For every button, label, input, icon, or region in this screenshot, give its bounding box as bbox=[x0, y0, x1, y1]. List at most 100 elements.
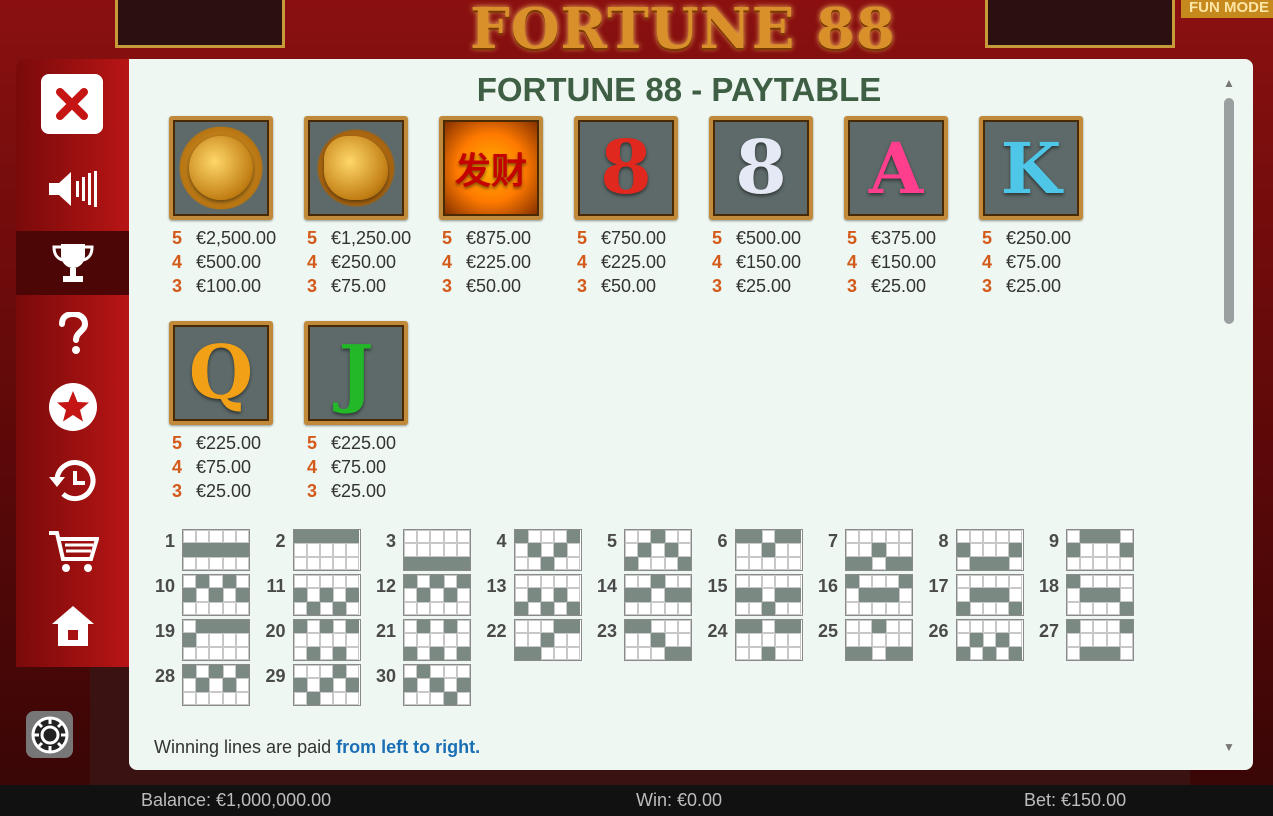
payline-cell bbox=[209, 556, 223, 570]
payline-cell bbox=[183, 678, 197, 692]
payline-cell bbox=[956, 646, 970, 660]
fun-mode-badge: FUN MODE bbox=[1181, 0, 1273, 18]
payline-cell bbox=[651, 646, 665, 660]
symbol-red-8-icon: 8 bbox=[574, 116, 678, 220]
symbol-dragon-icon bbox=[304, 116, 408, 220]
sound-button[interactable] bbox=[16, 157, 129, 221]
payline-number: 18 bbox=[1038, 576, 1059, 596]
payline-grid bbox=[624, 574, 692, 616]
payline-cell bbox=[209, 575, 223, 589]
help-button[interactable] bbox=[16, 302, 129, 366]
payline-cell bbox=[554, 588, 568, 602]
payline-cell bbox=[567, 620, 581, 634]
scroll-up-arrow[interactable]: ▲ bbox=[1222, 77, 1236, 89]
payline-cell bbox=[885, 588, 899, 602]
pay-multiplier: 5 bbox=[982, 228, 993, 248]
payline-cell bbox=[540, 556, 555, 570]
settings-chip-button[interactable] bbox=[26, 711, 73, 758]
payline-cell bbox=[417, 556, 431, 570]
payline-cell bbox=[1119, 575, 1133, 589]
payline-cell bbox=[1106, 633, 1120, 647]
payline-cell bbox=[788, 530, 802, 544]
payline-cell bbox=[554, 646, 568, 660]
pay-row: 4 €500.00 bbox=[161, 250, 281, 274]
payline-cell bbox=[677, 530, 691, 544]
payline-cell bbox=[885, 646, 899, 660]
payline-cell bbox=[1106, 556, 1120, 570]
payline-cell bbox=[319, 678, 334, 692]
payline-cell bbox=[969, 530, 983, 544]
payline-grid bbox=[513, 529, 582, 571]
payline-cell bbox=[183, 575, 197, 589]
pay-row: 3 €25.00 bbox=[701, 274, 821, 298]
payline-number: 10 bbox=[154, 576, 175, 596]
payline-cell bbox=[1009, 575, 1023, 589]
shop-button[interactable] bbox=[16, 520, 129, 584]
payline-cell bbox=[651, 575, 665, 589]
payline-cell bbox=[788, 588, 802, 602]
payline-cell bbox=[1119, 646, 1133, 660]
payline-cell bbox=[859, 556, 873, 570]
payline-22: 22 bbox=[483, 619, 593, 661]
payline-cell bbox=[846, 575, 860, 589]
payline-cell bbox=[222, 691, 236, 705]
payline-cell bbox=[982, 575, 997, 589]
close-button[interactable] bbox=[41, 74, 103, 134]
payline-grid bbox=[403, 574, 471, 616]
payline-cell bbox=[567, 588, 581, 602]
payline-cell bbox=[775, 543, 789, 557]
payline-cell bbox=[651, 601, 665, 615]
payline-cell bbox=[651, 620, 665, 634]
payline-number: 13 bbox=[486, 576, 507, 596]
payline-cell bbox=[1119, 588, 1133, 602]
payline-cell bbox=[417, 588, 431, 602]
payline-cell bbox=[417, 678, 431, 692]
payline-cell bbox=[183, 588, 197, 602]
scrollbar-thumb[interactable] bbox=[1224, 98, 1234, 324]
payline-cell bbox=[293, 530, 307, 544]
history-button[interactable] bbox=[16, 449, 129, 513]
pay-row: 4 €75.00 bbox=[161, 455, 281, 479]
scroll-down-arrow[interactable]: ▼ bbox=[1222, 741, 1236, 753]
payline-cell bbox=[196, 633, 210, 647]
home-button[interactable] bbox=[16, 594, 129, 658]
payline-cell bbox=[443, 646, 457, 660]
payline-cell bbox=[527, 575, 541, 589]
favourites-button[interactable] bbox=[16, 375, 129, 439]
pay-multiplier: 4 bbox=[577, 252, 588, 272]
payline-cell bbox=[969, 575, 983, 589]
symbol-glyph: A bbox=[868, 126, 924, 210]
payline-cell bbox=[554, 543, 568, 557]
payline-cell bbox=[872, 620, 886, 634]
pay-multiplier: 3 bbox=[172, 276, 183, 296]
symbol-coin: 发财 5 €875.00 4 €225.00 3 €50.00 bbox=[431, 116, 551, 298]
payline-10: 10 bbox=[151, 574, 261, 616]
payline-cell bbox=[209, 543, 223, 557]
status-bar: Balance: €1,000,000.00 Win: €0.00 Bet: €… bbox=[0, 785, 1273, 816]
payline-cell bbox=[677, 556, 691, 570]
symbol-glyph: K bbox=[1000, 126, 1062, 210]
symbol-k-icon: K bbox=[979, 116, 1083, 220]
payline-15: 15 bbox=[704, 574, 814, 616]
pay-amount: €50.00 bbox=[466, 276, 522, 296]
payline-cell bbox=[443, 601, 457, 615]
pay-amount: €225.00 bbox=[331, 433, 397, 453]
payline-cell bbox=[775, 588, 789, 602]
symbol-a-icon: A bbox=[844, 116, 948, 220]
payline-cell bbox=[1067, 633, 1081, 647]
payline-cell bbox=[443, 691, 457, 705]
pay-multiplier: 4 bbox=[847, 252, 858, 272]
payline-cell bbox=[1067, 530, 1081, 544]
payline-cell bbox=[1067, 601, 1081, 615]
payline-number: 23 bbox=[596, 621, 617, 641]
payline-cell bbox=[404, 556, 418, 570]
symbol-q: Q 5 €225.00 4 €75.00 3 €25.00 bbox=[161, 321, 281, 503]
payline-9: 9 bbox=[1035, 529, 1145, 571]
payline-cell bbox=[956, 588, 970, 602]
payline-cell bbox=[527, 556, 541, 570]
trophy-button[interactable] bbox=[16, 231, 129, 295]
payline-grid bbox=[403, 619, 471, 661]
pay-amount: €150.00 bbox=[736, 252, 802, 272]
pay-amount: €500.00 bbox=[736, 228, 802, 248]
history-icon bbox=[48, 460, 95, 502]
